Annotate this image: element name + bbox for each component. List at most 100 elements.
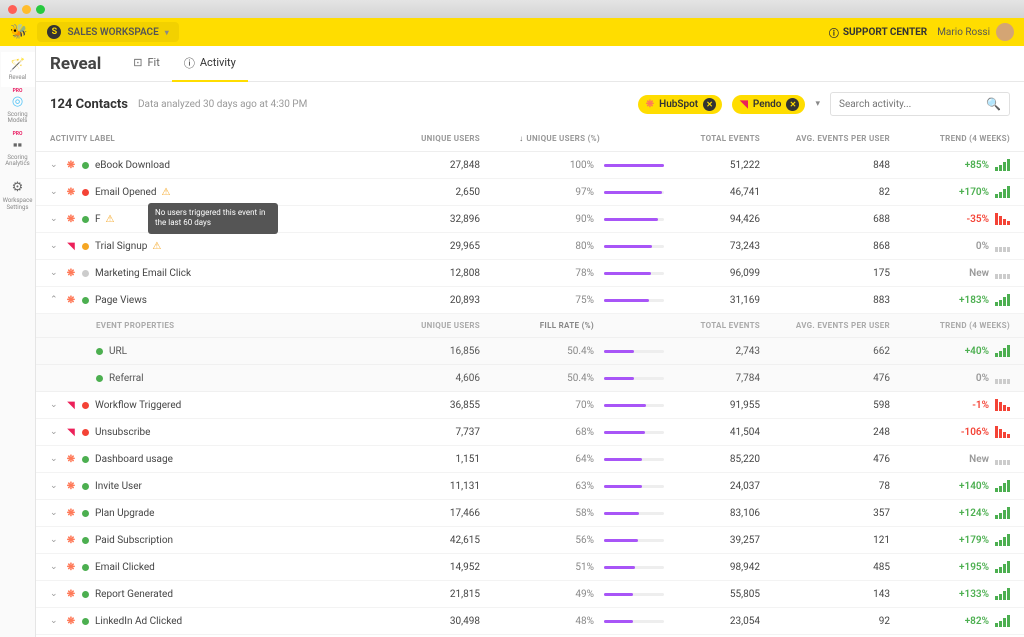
table-row[interactable]: ⌄ ❋ eBook Download 27,848 100% 51,222 84… — [36, 152, 1024, 179]
expand-chevron[interactable]: ⌄ — [50, 454, 64, 464]
avg-events: 688 — [760, 214, 890, 225]
unique-users: 12,808 — [390, 268, 480, 279]
table-row[interactable]: ⌄ ◥ Unsubscribe 7,737 68% 41,504 248 -10… — [36, 419, 1024, 446]
col-trend[interactable]: TREND (4 WEEKS) — [890, 134, 1010, 143]
hubspot-icon: ❋ — [67, 562, 75, 573]
expand-chevron[interactable]: ⌄ — [50, 562, 64, 572]
unique-users: 42,615 — [390, 535, 480, 546]
status-dot — [82, 564, 89, 571]
user-menu[interactable]: Mario Rossi — [937, 23, 1014, 41]
col-events[interactable]: TOTAL EVENTS — [670, 134, 760, 143]
users-pct: 100% — [480, 160, 600, 171]
status-dot — [82, 429, 89, 436]
table-row[interactable]: ⌄ ❋ Email Clicked 14,952 51% 98,942 485 … — [36, 554, 1024, 581]
activity-name: Marketing Email Click — [95, 268, 390, 279]
expand-chevron[interactable]: ⌄ — [50, 160, 64, 170]
progress-bar — [604, 218, 664, 221]
table-row[interactable]: ⌄ ❋ Email Opened ⚠ 2,650 97% 46,741 82 +… — [36, 179, 1024, 206]
expand-chevron[interactable]: ⌄ — [50, 616, 64, 626]
expand-chevron[interactable]: ⌃ — [50, 295, 64, 305]
table-row[interactable]: ⌄ ❋ Report Generated 21,815 49% 55,805 1… — [36, 581, 1024, 608]
nav-scoring-models[interactable]: PRO ◎ Scoring Models — [1, 89, 35, 130]
status-dot — [82, 162, 89, 169]
sparkline — [995, 372, 1010, 384]
table-row[interactable]: ⌄ ❋ Dashboard usage 1,151 64% 85,220 476… — [36, 446, 1024, 473]
table-row[interactable]: ⌃ ❋ Page Views 20,893 75% 31,169 883 +18… — [36, 287, 1024, 314]
progress-bar — [604, 404, 664, 407]
close-icon[interactable]: ✕ — [786, 98, 799, 111]
total-events: 73,243 — [670, 241, 760, 252]
users-pct: 51% — [480, 562, 600, 573]
table-row[interactable]: ⌄ ❋ Paid Subscription 42,615 56% 39,257 … — [36, 527, 1024, 554]
total-events: 41,504 — [670, 427, 760, 438]
expand-chevron[interactable]: ⌄ — [50, 187, 64, 197]
table-row[interactable]: ⌄ ❋ Invite User 11,131 63% 24,037 78 +14… — [36, 473, 1024, 500]
total-events: 39,257 — [670, 535, 760, 546]
sparkline — [995, 399, 1010, 411]
total-events: 83,106 — [670, 508, 760, 519]
progress-bar — [604, 512, 664, 515]
table-row[interactable]: ⌄ ❋ Plan Upgrade 17,466 58% 83,106 357 +… — [36, 500, 1024, 527]
total-events: 55,805 — [670, 589, 760, 600]
max-dot[interactable] — [36, 5, 45, 14]
source-name: HubSpot — [659, 99, 698, 110]
users-pct: 58% — [480, 508, 600, 519]
nav-workspace-settings[interactable]: ⚙ Workspace Settings — [1, 175, 35, 216]
nav-reveal[interactable]: 🪄 Reveal — [1, 52, 35, 87]
activity-name: Plan Upgrade — [95, 508, 390, 519]
source-pill-hubspot[interactable]: ❋ HubSpot ✕ — [638, 95, 722, 114]
close-icon[interactable]: ✕ — [703, 98, 716, 111]
table-row[interactable]: ⌄ ◥ Trial Signup ⚠ 29,965 80% 73,243 868… — [36, 233, 1024, 260]
expand-chevron[interactable]: ⌄ — [50, 214, 64, 224]
table-row[interactable]: ⌄ ❋ LinkedIn Ad Clicked 30,498 48% 23,05… — [36, 608, 1024, 635]
info-row: 124 Contacts Data analyzed 30 days ago a… — [36, 82, 1024, 126]
pro-badge: PRO — [13, 88, 23, 94]
sparkline — [995, 426, 1010, 438]
avatar — [996, 23, 1014, 41]
target-icon: ◎ — [10, 94, 26, 110]
sparkline — [995, 159, 1010, 171]
search-input[interactable] — [839, 99, 986, 110]
support-link[interactable]: ⓘ SUPPORT CENTER — [829, 25, 927, 40]
sub-row[interactable]: Referral 4,606 50.4% 7,784 476 0% — [36, 365, 1024, 392]
nav-scoring-analytics[interactable]: PRO ▪▪ Scoring Analytics — [1, 132, 35, 173]
expand-chevron[interactable]: ⌄ — [50, 508, 64, 518]
close-dot[interactable] — [8, 5, 17, 14]
fit-icon: ⊡ — [133, 56, 142, 69]
expand-chevron[interactable]: ⌄ — [50, 400, 64, 410]
tab-fit[interactable]: ⊡ Fit — [121, 46, 172, 82]
chevron-down-icon[interactable]: ▾ — [815, 99, 820, 109]
sparkline — [995, 480, 1010, 492]
col-label[interactable]: ACTIVITY LABEL — [50, 134, 390, 143]
trend-cell: +85% — [890, 159, 1010, 171]
tab-activity[interactable]: ⓘ Activity — [172, 46, 248, 82]
chevron-down-icon: ▾ — [165, 28, 169, 37]
sparkline — [995, 267, 1010, 279]
support-label: SUPPORT CENTER — [843, 27, 927, 38]
sparkline — [995, 453, 1010, 465]
col-users-pct[interactable]: ↓UNIQUE USERS (%) — [480, 134, 600, 143]
expand-chevron[interactable]: ⌄ — [50, 589, 64, 599]
expand-chevron[interactable]: ⌄ — [50, 481, 64, 491]
expand-chevron[interactable]: ⌄ — [50, 241, 64, 251]
pro-badge: PRO — [13, 131, 23, 137]
workspace-selector[interactable]: S SALES WORKSPACE ▾ — [37, 22, 178, 42]
table-row[interactable]: ⌄ ◥ Workflow Triggered 36,855 70% 91,955… — [36, 392, 1024, 419]
source-pill-pendo[interactable]: ◥ Pendo ✕ — [732, 95, 805, 114]
search-box[interactable]: 🔍 — [830, 92, 1010, 116]
table-row[interactable]: ⌄ ❋ F ⚠ No users triggered this event in… — [36, 206, 1024, 233]
table-row[interactable]: ⌄ ❋ Marketing Email Click 12,808 78% 96,… — [36, 260, 1024, 287]
min-dot[interactable] — [22, 5, 31, 14]
col-avg[interactable]: AVG. EVENTS PER USER — [760, 134, 890, 143]
trend-cell: +82% — [890, 615, 1010, 627]
total-events: 24,037 — [670, 481, 760, 492]
expand-chevron[interactable]: ⌄ — [50, 535, 64, 545]
col-users[interactable]: UNIQUE USERS — [390, 134, 480, 143]
activity-name: Dashboard usage — [95, 454, 390, 465]
progress-bar — [604, 431, 664, 434]
expand-chevron[interactable]: ⌄ — [50, 427, 64, 437]
progress-bar — [604, 299, 664, 302]
expand-chevron[interactable]: ⌄ — [50, 268, 64, 278]
sub-row[interactable]: URL 16,856 50.4% 2,743 662 +40% — [36, 338, 1024, 365]
total-events: 85,220 — [670, 454, 760, 465]
